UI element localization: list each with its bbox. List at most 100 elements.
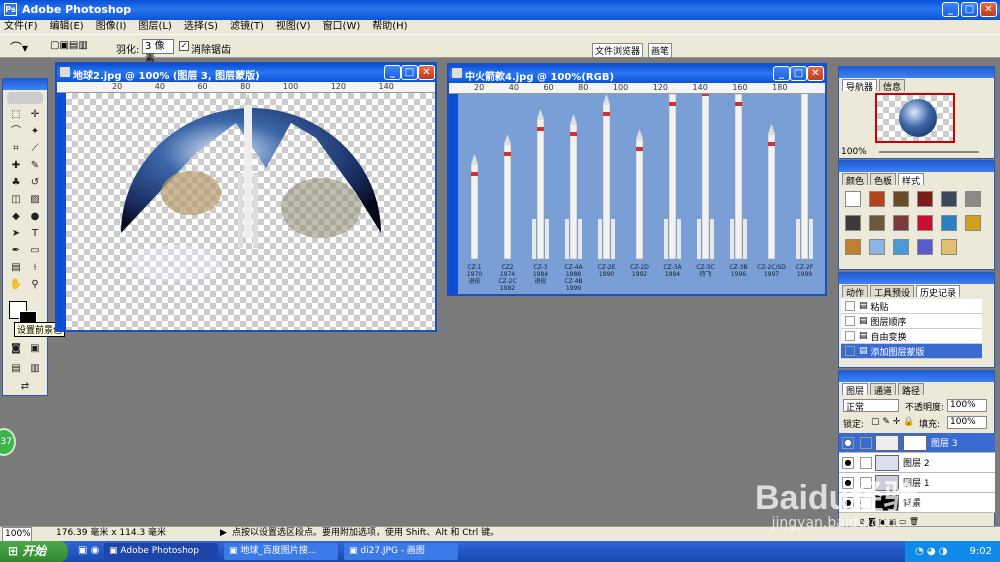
floating-badge[interactable]: 37	[0, 428, 16, 456]
style-swatch[interactable]	[893, 215, 909, 231]
crop-tool-icon[interactable]: ⌗	[8, 141, 24, 156]
taskbar-item[interactable]: ▣ Adobe Photoshop	[104, 543, 218, 560]
history-snapshot-checkbox[interactable]	[845, 331, 855, 341]
fullscreen-mode-icon[interactable]: ▥	[27, 361, 43, 376]
history-snapshot-checkbox[interactable]	[845, 301, 855, 311]
navigator-zoom[interactable]: 100%	[841, 147, 867, 157]
style-swatch[interactable]	[917, 215, 933, 231]
eyedropper-icon[interactable]: ⟊	[27, 260, 43, 275]
link-icon[interactable]	[860, 436, 872, 449]
tab-color[interactable]: 颜色	[842, 173, 869, 187]
style-swatch[interactable]	[869, 215, 885, 231]
layer-row[interactable]: ● 图层 3	[839, 433, 995, 453]
menu-item-5[interactable]: 滤镜(T)	[230, 21, 264, 32]
path-select-icon[interactable]: ➤	[8, 226, 24, 241]
fill-input[interactable]: 100%	[947, 416, 987, 429]
tab-paths[interactable]: 路径	[898, 383, 925, 397]
hand-tool-icon[interactable]: ✋	[8, 277, 24, 292]
type-tool-icon[interactable]: T	[27, 226, 43, 241]
antialias-checkbox[interactable]: ✓	[179, 41, 189, 51]
tab-tool-presets[interactable]: 工具预设	[870, 285, 915, 299]
style-swatch[interactable]	[941, 191, 957, 207]
history-item[interactable]: ▤ 自由变换	[841, 329, 982, 344]
tab-styles[interactable]: 样式	[898, 173, 925, 187]
dodge-tool-icon[interactable]: ●	[27, 209, 43, 224]
menu-item-3[interactable]: 图层(L)	[138, 21, 171, 32]
lasso-tool-icon[interactable]: ⌒	[8, 124, 24, 139]
style-swatch[interactable]	[917, 239, 933, 255]
document-window-earth[interactable]: 地球2.jpg @ 100% (图层 3, 图层蒙版) _ □ ✕ 20 40 …	[55, 62, 437, 332]
style-swatch[interactable]	[845, 191, 861, 207]
layer-mask-thumbnail[interactable]	[903, 434, 927, 451]
menu-item-7[interactable]: 窗口(W)	[323, 21, 361, 32]
menu-item-0[interactable]: 文件(F)	[4, 21, 38, 32]
feather-input[interactable]: 3 像素	[142, 39, 174, 65]
selection-mode-icons[interactable]: ▢▣▤▥	[50, 40, 88, 51]
style-swatch[interactable]	[965, 215, 981, 231]
blend-mode-select[interactable]: 正常	[843, 399, 899, 413]
history-item[interactable]: ▤ 图层顺序	[841, 314, 982, 329]
style-swatch[interactable]	[869, 191, 885, 207]
status-doc-size[interactable]: 176.39 毫米 x 114.3 毫米	[56, 527, 166, 540]
doc1-minimize-button[interactable]: _	[384, 65, 401, 80]
history-snapshot-checkbox[interactable]	[845, 316, 855, 326]
tab-channels[interactable]: 通道	[870, 383, 897, 397]
doc2-close-button[interactable]: ✕	[807, 66, 824, 81]
tab-info[interactable]: 信息	[879, 79, 906, 93]
menu-item-6[interactable]: 视图(V)	[276, 21, 311, 32]
quicklaunch-icons[interactable]: ▣ ◉	[78, 545, 99, 556]
taskbar-item[interactable]: ▣ 地球_百度图片搜...	[224, 543, 338, 560]
style-swatch[interactable]	[965, 191, 981, 207]
healing-brush-icon[interactable]: ✚	[8, 158, 24, 173]
lasso-tool-icon[interactable]: ⌒▾	[10, 39, 28, 56]
visibility-eye-icon[interactable]: ●	[842, 456, 854, 469]
taskbar-item[interactable]: ▣ di27.JPG - 画图	[344, 543, 458, 560]
navigator-preview[interactable]	[875, 93, 955, 143]
lock-icons[interactable]: ▢ ✎ ✛ 🔒	[871, 417, 914, 427]
doc1-canvas[interactable]	[66, 93, 435, 330]
opacity-input[interactable]: 100%	[947, 399, 987, 412]
slice-tool-icon[interactable]: ⟋	[27, 141, 43, 156]
magic-wand-icon[interactable]: ✦	[27, 124, 43, 139]
doc2-maximize-button[interactable]: □	[790, 66, 807, 81]
close-button[interactable]: ✕	[980, 2, 997, 17]
eraser-tool-icon[interactable]: ◫	[8, 192, 24, 207]
history-item[interactable]: ▤ 粘贴	[841, 299, 982, 314]
menu-item-8[interactable]: 帮助(H)	[372, 21, 407, 32]
stamp-tool-icon[interactable]: ♣	[8, 175, 24, 190]
visibility-eye-icon[interactable]: ●	[842, 436, 854, 449]
history-item[interactable]: ▤ 添加图层蒙版	[841, 344, 982, 359]
tray-icons[interactable]: ◔ ◕ ◑	[915, 546, 948, 557]
menu-item-1[interactable]: 编辑(E)	[50, 21, 84, 32]
pen-tool-icon[interactable]: ✒	[8, 243, 24, 258]
style-swatch[interactable]	[845, 215, 861, 231]
screen-mode-icon[interactable]: ▤	[8, 361, 24, 376]
style-swatch[interactable]	[845, 239, 861, 255]
doc1-close-button[interactable]: ✕	[418, 65, 435, 80]
link-icon[interactable]	[860, 456, 872, 469]
standard-mode-icon[interactable]: ▣	[27, 341, 43, 356]
blur-tool-icon[interactable]: ◆	[8, 209, 24, 224]
tab-file-browser[interactable]: 文件浏览器	[592, 43, 644, 58]
style-swatch[interactable]	[941, 215, 957, 231]
style-swatch[interactable]	[893, 191, 909, 207]
quickmask-icon[interactable]: ◙	[8, 341, 24, 356]
start-button[interactable]: ⊞ 开始	[0, 541, 68, 562]
style-swatch[interactable]	[917, 191, 933, 207]
minimize-button[interactable]: _	[942, 2, 959, 17]
shape-tool-icon[interactable]: ▭	[27, 243, 43, 258]
move-tool-icon[interactable]: ✛	[27, 107, 43, 122]
tab-layers[interactable]: 图层	[842, 383, 869, 397]
style-swatch[interactable]	[869, 239, 885, 255]
jump-to-imageready-icon[interactable]: ⇄	[17, 379, 33, 394]
maximize-button[interactable]: □	[961, 2, 978, 17]
doc1-maximize-button[interactable]: □	[401, 65, 418, 80]
tab-swatches[interactable]: 色板	[870, 173, 897, 187]
menu-item-4[interactable]: 选择(S)	[184, 21, 218, 32]
doc2-minimize-button[interactable]: _	[773, 66, 790, 81]
marquee-tool-icon[interactable]: ⬚	[8, 107, 24, 122]
tab-history[interactable]: 历史记录	[916, 285, 961, 299]
history-snapshot-checkbox[interactable]	[845, 346, 855, 356]
style-swatch[interactable]	[941, 239, 957, 255]
document-window-rockets[interactable]: 中火箭款4.jpg @ 100%(RGB) _ □ ✕ 20 40 60 80 …	[447, 63, 827, 296]
